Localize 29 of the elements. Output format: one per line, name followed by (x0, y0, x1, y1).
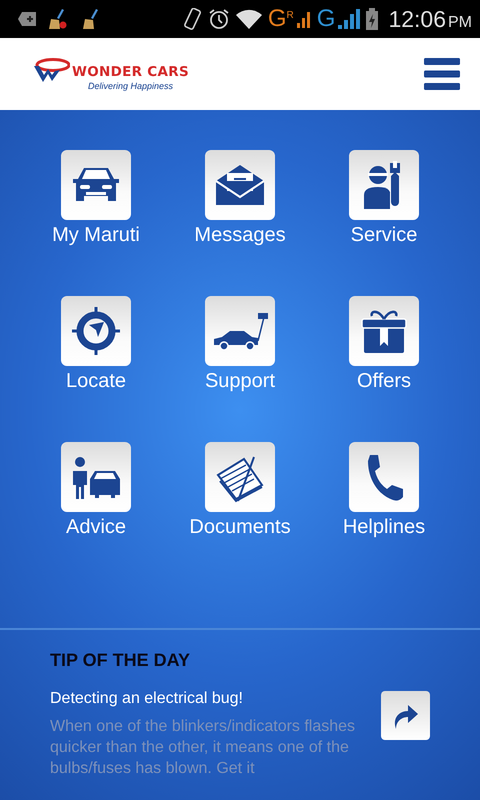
share-button[interactable] (381, 691, 430, 740)
menu-tile[interactable]: Support (168, 296, 312, 393)
tip-text: When one of the blinkers/indicators flashes quicker than the other, it means one of the bulbs/fuses has blown. Get it (50, 717, 356, 779)
network-type: G (268, 7, 287, 31)
menu-tile[interactable]: My Maruti (24, 150, 168, 247)
alarm-icon (208, 8, 230, 30)
menu-tile[interactable]: Advice (24, 442, 168, 539)
menu-tile[interactable]: Messages (168, 150, 312, 247)
menu-tile[interactable]: Helplines (312, 442, 456, 539)
menu-tile[interactable]: Service (312, 150, 456, 247)
brand-name: WONDER CARS (72, 64, 189, 80)
network-type: G (316, 7, 336, 31)
wifi-icon (236, 9, 262, 29)
menu-button[interactable] (424, 58, 460, 90)
menu-tile[interactable]: Offers (312, 296, 456, 393)
menu-tile[interactable]: Documents (168, 442, 312, 539)
signal-icon (296, 10, 311, 28)
section-title: TIP OF THE DAY (50, 650, 192, 671)
battery-icon (366, 8, 378, 30)
menu-icon (424, 58, 460, 90)
tagline: Delivering Happiness (88, 80, 173, 90)
roaming-indicator: R (286, 10, 294, 20)
clock: 12:06 PM (388, 6, 472, 32)
plus-icon (18, 12, 36, 26)
menu-tile[interactable]: Locate (24, 296, 168, 393)
logo-icon (34, 58, 70, 84)
signal-icon (338, 9, 360, 29)
tip-heading: Detecting an electrical bug! (50, 690, 244, 708)
vibrate-icon (184, 8, 202, 30)
